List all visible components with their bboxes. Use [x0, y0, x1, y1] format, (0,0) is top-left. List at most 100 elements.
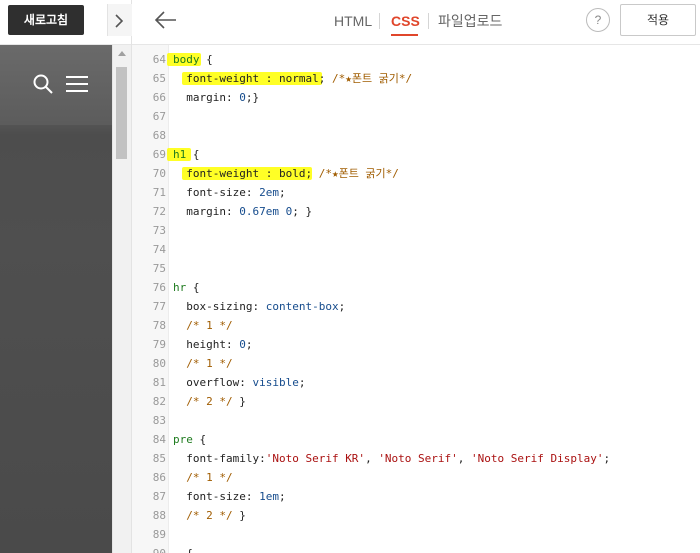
- code-line[interactable]: font-weight : normal; /*★폰트 굵기*/: [173, 69, 412, 88]
- arrow-left-icon[interactable]: [154, 10, 178, 30]
- line-number: 71: [152, 186, 166, 199]
- active-tab-indicator: [391, 34, 418, 36]
- code-token: height:: [173, 338, 240, 351]
- code-token: box-sizing:: [173, 300, 266, 313]
- line-number: 86: [152, 471, 166, 484]
- code-token: ;: [245, 338, 253, 351]
- line-number: 87: [152, 490, 166, 503]
- scroll-up-icon[interactable]: [118, 51, 126, 56]
- line-number: 90: [132, 544, 166, 553]
- code-token: {: [192, 433, 207, 446]
- code-token: ;: [278, 490, 286, 503]
- collapse-panel-button[interactable]: [107, 4, 132, 36]
- line-number: 79: [152, 338, 166, 351]
- code-token: margin:: [173, 91, 240, 104]
- code-token: ;: [298, 376, 306, 389]
- code-line[interactable]: body {: [173, 50, 213, 69]
- code-token: body: [173, 53, 200, 66]
- code-token: {: [186, 148, 200, 161]
- line-number: 65: [152, 72, 166, 85]
- line-number: 69: [152, 148, 166, 161]
- code-token: font-weight : normal;: [173, 72, 326, 85]
- code-token: 0.67em 0: [239, 205, 293, 218]
- code-token: font-size:: [173, 490, 260, 503]
- line-number: 83: [152, 414, 166, 427]
- code-token: font-family:: [173, 452, 266, 465]
- scrollbar-thumb[interactable]: [116, 67, 127, 159]
- code-token: /* 1 */: [173, 471, 233, 484]
- preview-header: [0, 45, 112, 125]
- code-line[interactable]: font-weight : bold; /*★폰트 굵기*/: [173, 164, 399, 183]
- code-token: font-size:: [173, 186, 260, 199]
- code-line[interactable]: pre {: [173, 430, 206, 449]
- code-line[interactable]: margin: 0.67em 0; }: [173, 202, 312, 221]
- tab-html[interactable]: HTML: [334, 12, 372, 30]
- menu-icon[interactable]: [66, 75, 88, 93]
- editor-toolbar: HTML CSS 파일업로드 ? 적용: [132, 0, 700, 45]
- code-line[interactable]: /* 2 */ }: [173, 506, 246, 525]
- code-line[interactable]: height: 0;: [173, 335, 252, 354]
- code-line[interactable]: overflow: visible;: [173, 373, 305, 392]
- line-number: 80: [152, 357, 166, 370]
- code-token: hr: [173, 281, 187, 294]
- line-number: 76: [152, 281, 166, 294]
- tab-divider: [379, 13, 380, 29]
- preview-scrollbar[interactable]: [112, 45, 131, 553]
- line-number: 66: [152, 91, 166, 104]
- line-number: 73: [152, 224, 166, 237]
- line-number: 81: [152, 376, 166, 389]
- code-line[interactable]: /* 2 */ }: [173, 392, 246, 411]
- tab-divider: [428, 13, 429, 29]
- line-number: 72: [152, 205, 166, 218]
- preview-panel: 새로고침: [0, 0, 132, 553]
- code-token: 'Noto Serif KR': [265, 452, 366, 465]
- line-number: 89: [152, 528, 166, 541]
- refresh-button[interactable]: 새로고침: [8, 5, 84, 35]
- line-number: 67: [152, 110, 166, 123]
- code-token: font-weight : bold;: [173, 167, 313, 180]
- code-token: /*★폰트 굵기*/: [325, 72, 413, 85]
- code-line[interactable]: {: [173, 544, 193, 553]
- code-token: pre: [173, 433, 193, 446]
- css-code-editor[interactable]: 64 65 66 67 68 69 70 71 72 73 74 75 76 77 78 79 80 81 82 83…: [132, 45, 700, 553]
- code-token: {: [186, 281, 200, 294]
- code-line[interactable]: font-family:'Noto Serif KR', 'Noto Serif…: [173, 449, 610, 468]
- help-button[interactable]: ?: [586, 8, 610, 32]
- code-line[interactable]: /* 1 */: [173, 316, 233, 335]
- code-line[interactable]: h1 {: [173, 145, 200, 164]
- line-number: 84: [152, 433, 166, 446]
- code-line[interactable]: font-size: 2em;: [173, 183, 286, 202]
- code-token: }: [232, 509, 246, 522]
- code-token: ;: [278, 186, 286, 199]
- line-number: 75: [152, 262, 166, 275]
- code-token: ;: [338, 300, 346, 313]
- line-number: 74: [152, 243, 166, 256]
- code-token: overflow:: [173, 376, 253, 389]
- line-number: 78: [152, 319, 166, 332]
- code-token: {: [199, 53, 213, 66]
- chevron-right-icon: [115, 14, 124, 28]
- code-line[interactable]: /* 1 */: [173, 354, 233, 373]
- search-icon[interactable]: [32, 73, 54, 95]
- line-number: 82: [152, 395, 166, 408]
- code-line[interactable]: box-sizing: content-box;: [173, 297, 345, 316]
- line-number: 70: [152, 167, 166, 180]
- apply-button[interactable]: 적용: [620, 4, 696, 36]
- code-line[interactable]: hr {: [173, 278, 200, 297]
- code-token: /* 2 */: [173, 509, 233, 522]
- line-number: 64: [152, 53, 166, 66]
- code-token: }: [232, 395, 246, 408]
- tab-css[interactable]: CSS: [391, 12, 420, 30]
- code-token: /* 1 */: [173, 319, 233, 332]
- code-token: visible: [252, 376, 299, 389]
- preview-toolbar: 새로고침: [0, 0, 132, 45]
- code-line[interactable]: /* 1 */: [173, 468, 233, 487]
- code-token: 0: [239, 91, 246, 104]
- line-number: 77: [152, 300, 166, 313]
- code-token: margin:: [173, 205, 240, 218]
- code-line[interactable]: font-size: 1em;: [173, 487, 286, 506]
- code-token: ,: [457, 452, 472, 465]
- code-token: /* 1 */: [173, 357, 233, 370]
- tab-file-upload[interactable]: 파일업로드: [438, 12, 502, 30]
- code-line[interactable]: margin: 0;}: [173, 88, 259, 107]
